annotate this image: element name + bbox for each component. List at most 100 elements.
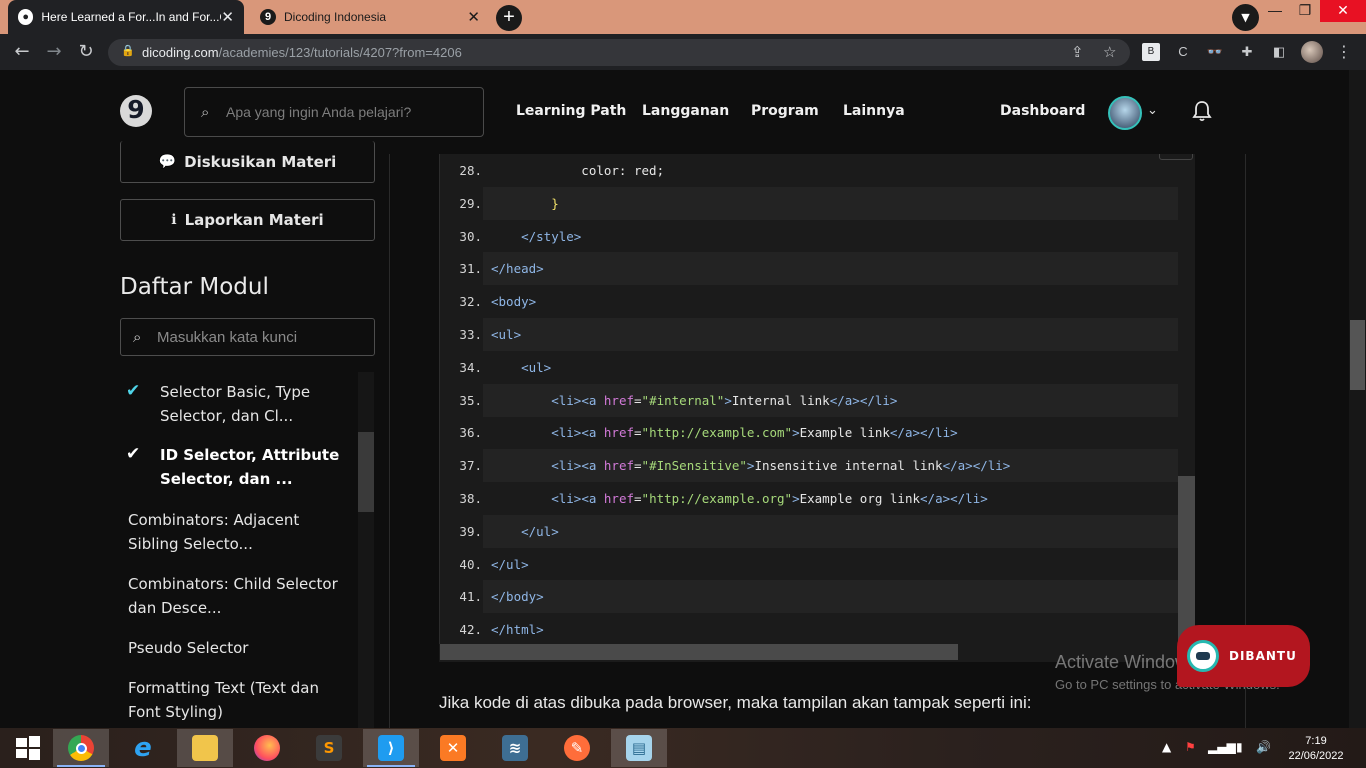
module-item-current[interactable]: ID Selector, Attribute Selector, dan ... (160, 443, 350, 491)
taskbar-chrome[interactable] (53, 729, 109, 767)
report-material-button[interactable]: ℹ Laporkan Materi (120, 199, 375, 241)
url-text[interactable]: dicoding.com/academies/123/tutorials/420… (142, 45, 462, 60)
sidebar-scrollbar-thumb[interactable] (358, 432, 374, 512)
nav-dashboard[interactable]: Dashboard (1000, 103, 1085, 119)
taskbar-notepad[interactable]: ▤ (611, 729, 667, 767)
code-line: 33. <ul> (440, 318, 1178, 351)
clock[interactable]: 7:19 22/06/2022 (1284, 734, 1348, 764)
chevron-down-icon[interactable]: ⌄ (1147, 103, 1158, 118)
minimize-button[interactable]: — (1260, 0, 1290, 22)
globe-icon: ● (18, 9, 34, 25)
line-number: 35. (459, 392, 482, 408)
site-search-input[interactable]: ⌕ Apa yang ingin Anda pelajari? (184, 87, 484, 137)
code-text: </ul> (491, 556, 529, 572)
lock-icon[interactable]: 🔒 (121, 44, 135, 57)
maximize-button[interactable]: ❐ (1290, 0, 1320, 22)
forward-icon[interactable]: → (42, 40, 66, 64)
clock-date: 22/06/2022 (1288, 750, 1344, 762)
side-panel-icon[interactable]: ◧ (1270, 43, 1288, 61)
code-text: color: red; (491, 163, 665, 178)
code-text: } (483, 186, 1178, 220)
start-button[interactable] (0, 729, 56, 767)
extension-b-icon[interactable]: B (1142, 43, 1160, 61)
code-hscroll-thumb[interactable] (440, 644, 958, 660)
line-number: 31. (459, 261, 482, 277)
menu-kebab-icon[interactable]: ⋮ (1336, 42, 1352, 61)
page-scrollbar-thumb[interactable] (1350, 320, 1365, 390)
taskbar-mysql-workbench[interactable]: ≋ (487, 729, 543, 767)
taskbar-internet-explorer[interactable]: e (115, 729, 171, 767)
windows-logo-icon (16, 736, 40, 760)
tray-arrow-up-icon[interactable]: ▲ (1162, 740, 1171, 754)
tab-title: Here Learned a For...In and For...O (41, 10, 222, 24)
line-number: 37. (459, 458, 482, 474)
code-text: <ul> (483, 318, 1178, 351)
code-vscroll-thumb[interactable] (1178, 476, 1195, 644)
module-item[interactable]: Selector Basic, Type Selector, dan Cl... (160, 380, 350, 428)
copy-code-button[interactable] (1159, 154, 1193, 160)
taskbar-file-explorer[interactable] (177, 729, 233, 767)
taskbar-xampp[interactable]: ✕ (425, 729, 481, 767)
nav-program[interactable]: Program (751, 103, 819, 119)
taskbar-sublime-text[interactable]: S (301, 729, 357, 767)
search-icon: ⌕ (133, 328, 142, 346)
new-tab-button[interactable]: + (496, 5, 522, 31)
taskbar-paint[interactable]: ✎ (549, 729, 605, 767)
page-scrollbar-track[interactable] (1349, 70, 1366, 728)
code-text: <ul> (521, 359, 552, 375)
volume-icon[interactable]: 🔊 (1256, 740, 1271, 754)
code-text: </html> (491, 622, 544, 638)
discuss-material-button[interactable]: 💬 Diskusikan Materi (120, 141, 375, 183)
bookmark-star-icon[interactable]: ☆ (1103, 43, 1116, 61)
chat-help-button[interactable]: DIBANTU (1177, 625, 1310, 687)
tab-dicoding[interactable]: 9 Dicoding Indonesia ✕ (250, 0, 490, 34)
tab-title: Dicoding Indonesia (284, 10, 387, 24)
nav-langganan[interactable]: Langganan (642, 103, 729, 119)
code-line: 28. color: red; (440, 154, 1178, 187)
code-block: 28. color: red; 29. } 30. </style> 31. </hea… (439, 154, 1195, 662)
close-tab-icon[interactable]: ✕ (467, 8, 480, 26)
module-item[interactable]: Combinators: Adjacent Sibling Selecto... (128, 508, 348, 556)
window-close-button[interactable]: ✕ (1320, 0, 1366, 22)
taskbar-vs-code[interactable]: ⟩ (363, 729, 419, 767)
folder-icon (192, 735, 218, 761)
module-search-input[interactable]: ⌕ Masukkan kata kunci (120, 318, 375, 356)
activate-windows-title: Activate Windows (1055, 652, 1198, 672)
tab-search-icon[interactable]: ▼ (1232, 4, 1259, 31)
code-line: 37. <li><a href="#InSensitive">Insensiti… (440, 449, 1178, 483)
dicoding-logo[interactable]: 9 (120, 95, 152, 127)
nav-lainnya[interactable]: Lainnya (843, 103, 905, 119)
share-icon[interactable]: ⇪ (1071, 43, 1084, 61)
module-item[interactable]: Formatting Text (Text dan Font Styling) (128, 676, 348, 724)
notification-bell-icon[interactable] (1192, 100, 1212, 122)
back-icon[interactable]: ← (10, 40, 34, 64)
user-avatar[interactable] (1108, 96, 1142, 130)
extension-c-icon[interactable]: C (1174, 43, 1192, 61)
code-line: 29. } (440, 186, 1178, 220)
network-error-icon[interactable]: ⚑ (1185, 740, 1196, 754)
profile-avatar[interactable] (1301, 41, 1323, 63)
tab-active[interactable]: ● Here Learned a For...In and For...O ✕ (8, 0, 244, 34)
module-list-title: Daftar Modul (120, 274, 269, 300)
module-item[interactable]: Pseudo Selector (128, 636, 348, 660)
code-text: </body> (483, 580, 1178, 614)
search-icon: ⌕ (201, 103, 210, 121)
line-number: 29. (459, 195, 482, 211)
extensions-puzzle-icon[interactable]: ✚ (1238, 43, 1256, 61)
close-tab-icon[interactable]: ✕ (221, 8, 234, 26)
clock-time: 7:19 (1305, 735, 1327, 747)
module-item[interactable]: Combinators: Child Selector dan Desce... (128, 572, 348, 620)
content-paragraph: Jika kode di atas dibuka pada browser, m… (439, 693, 1032, 712)
extension-glasses-icon[interactable]: 👓 (1206, 43, 1224, 61)
signal-icon[interactable]: ▂▄▆ (1208, 740, 1236, 754)
nav-learning-path[interactable]: Learning Path (516, 103, 626, 119)
taskbar-firefox[interactable] (239, 729, 295, 767)
chat-bubble-icon: 💬 (158, 153, 177, 170)
reload-icon[interactable]: ↻ (74, 40, 98, 64)
code-text: <li><a href="http://example.com">Example… (551, 425, 958, 441)
code-line: 34. <ul> (440, 351, 1178, 384)
code-text: </head> (483, 252, 1178, 286)
battery-icon[interactable]: ▮ (1236, 740, 1243, 754)
notepad-icon: ▤ (626, 735, 652, 761)
sidebar-scrollbar-track[interactable] (358, 372, 374, 728)
